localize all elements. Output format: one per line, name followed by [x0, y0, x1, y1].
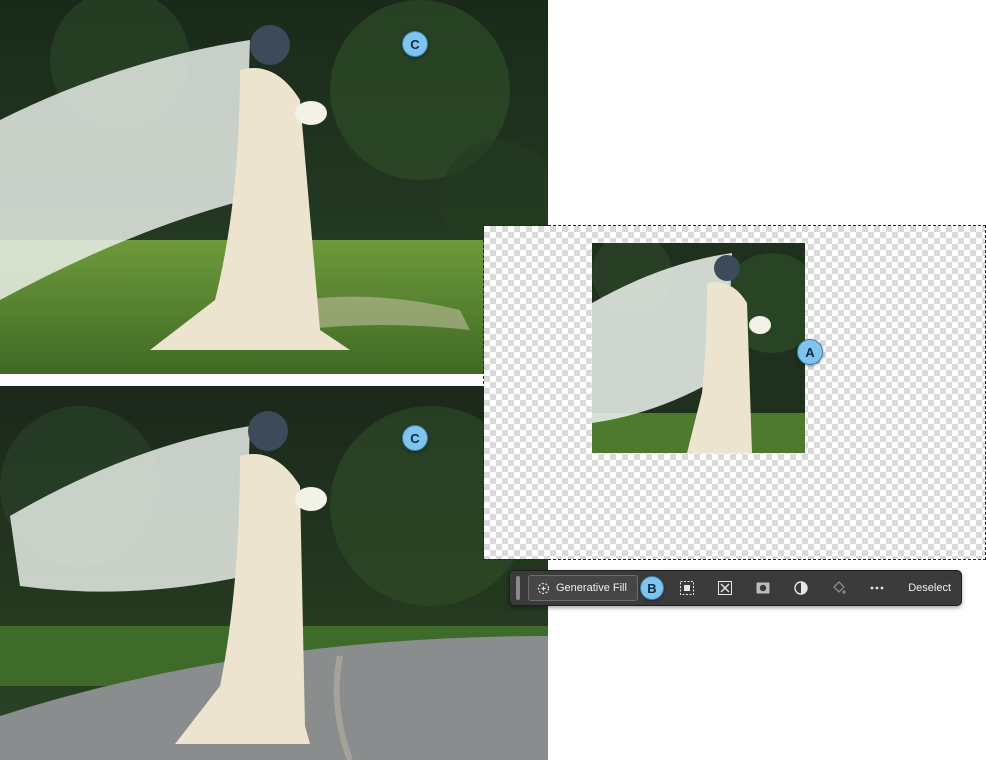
callout-c-bottom: C [402, 425, 428, 451]
callout-a: A [797, 339, 823, 365]
more-options-icon [870, 586, 884, 590]
generative-fill-label: Generative Fill [556, 582, 627, 594]
generative-fill-icon [537, 582, 550, 594]
more-options-button[interactable] [858, 573, 896, 603]
photo-bride-road [0, 386, 548, 760]
invert-selection-button[interactable] [706, 573, 744, 603]
select-subject-icon [679, 581, 694, 595]
invert-selection-icon [717, 581, 732, 595]
photo-bride-grass [0, 0, 548, 374]
create-mask-button[interactable] [744, 573, 782, 603]
adjustment-button[interactable] [782, 573, 820, 603]
contextual-task-bar: Generative Fill B Deselect [509, 570, 962, 606]
selected-image[interactable] [591, 242, 806, 454]
fill-selection-button[interactable] [820, 573, 858, 603]
callout-b: B [639, 576, 664, 600]
generative-fill-button[interactable]: Generative Fill [528, 575, 638, 601]
fill-selection-icon [833, 581, 846, 594]
deselect-button[interactable]: Deselect [908, 582, 951, 594]
select-subject-button[interactable] [668, 573, 706, 603]
adjustment-icon [794, 581, 808, 595]
drag-handle[interactable] [516, 576, 520, 600]
create-mask-icon [756, 582, 770, 594]
callout-c-top: C [402, 31, 428, 57]
